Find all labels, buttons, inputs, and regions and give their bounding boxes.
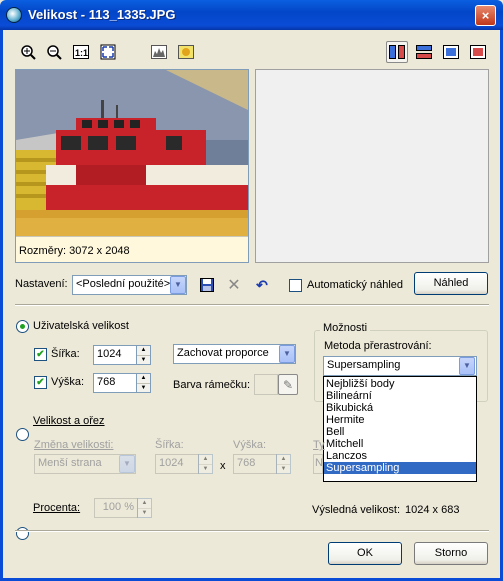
original-preview[interactable]: Rozměry: 3072 x 2048 xyxy=(15,69,249,263)
method-option[interactable]: Mitchell xyxy=(324,438,476,450)
crop-height-spinner[interactable]: ▲ ▼ xyxy=(276,454,291,474)
window-title: Velikost - 113_1335.JPG xyxy=(28,7,176,22)
delete-preset-icon[interactable]: ✕ xyxy=(223,274,245,296)
height-spinner[interactable]: ▲ ▼ xyxy=(136,373,151,393)
preset-value: <Poslední použité> xyxy=(76,278,171,290)
crop-type-select[interactable]: N xyxy=(313,454,323,474)
photo-thumbnail xyxy=(16,70,248,236)
dimensions-label: Rozměry: 3072 x 2048 xyxy=(16,236,248,262)
crop-height-label: Výška: xyxy=(233,439,267,451)
frame-color-label: Barva rámečku: xyxy=(173,379,251,391)
ok-button[interactable]: OK xyxy=(328,542,402,565)
width-checkbox[interactable]: ✔ xyxy=(34,348,47,361)
method-dropdown-list[interactable]: Nejbližší body Bilineární Bikubická Hermite… xyxy=(323,376,477,482)
cancel-button[interactable]: Storno xyxy=(414,542,488,565)
height-label: Výška: xyxy=(51,376,85,388)
zoom-in-icon[interactable] xyxy=(17,41,39,63)
preview-button[interactable]: Náhled xyxy=(414,272,488,295)
chevron-down-icon[interactable]: ▼ xyxy=(459,357,475,375)
method-option[interactable]: Hermite xyxy=(324,414,476,426)
method-option[interactable]: Lanczos xyxy=(324,450,476,462)
width-input[interactable]: 1024 xyxy=(93,345,137,365)
preset-label: Nastavení: xyxy=(15,278,68,290)
method-option[interactable]: Bikubická xyxy=(324,402,476,414)
method-option[interactable]: Bilineární xyxy=(324,390,476,402)
method-option[interactable]: Bell xyxy=(324,426,476,438)
split-horizontal-icon[interactable] xyxy=(413,41,435,63)
crop-width-spinner[interactable]: ▲ ▼ xyxy=(198,454,213,474)
frame-color-swatch[interactable] xyxy=(254,374,278,395)
proportion-select[interactable]: Zachovat proporce xyxy=(173,344,296,364)
method-option[interactable]: Supersampling xyxy=(324,462,476,474)
resize-label: Změna velikosti: xyxy=(34,439,114,451)
background-color-icon[interactable] xyxy=(175,41,197,63)
split-vertical-icon[interactable] xyxy=(386,41,408,63)
user-size-label: Uživatelská velikost xyxy=(33,320,129,332)
user-size-radio[interactable] xyxy=(16,320,29,333)
width-spinner[interactable]: ▲ ▼ xyxy=(136,345,151,365)
size-crop-radio[interactable] xyxy=(16,428,29,441)
auto-preview-checkbox[interactable] xyxy=(289,279,302,292)
height-input[interactable]: 768 xyxy=(93,373,137,393)
size-crop-label: Velikost a ořez xyxy=(33,415,105,427)
options-title: Možnosti xyxy=(320,322,371,334)
svg-text:1:1: 1:1 xyxy=(75,48,88,58)
method-option[interactable]: Nejbližší body xyxy=(324,378,476,390)
fit-window-icon[interactable] xyxy=(97,41,119,63)
height-checkbox[interactable]: ✔ xyxy=(34,376,47,389)
method-value: Supersampling xyxy=(327,359,401,371)
auto-preview-label: Automatický náhled xyxy=(307,279,403,291)
width-label: Šířka: xyxy=(51,348,80,360)
chevron-down-icon[interactable]: ▼ xyxy=(170,276,186,294)
percent-input[interactable]: 100 % xyxy=(94,498,138,518)
resize-value: Menší strana xyxy=(38,457,102,469)
show-result-icon[interactable] xyxy=(467,41,489,63)
percent-radio[interactable] xyxy=(16,527,29,540)
result-value: 1024 x 683 xyxy=(405,504,460,516)
show-original-icon[interactable] xyxy=(440,41,462,63)
divider xyxy=(15,530,489,532)
eyedropper-icon[interactable]: ✎ xyxy=(278,374,298,395)
histogram-icon[interactable] xyxy=(148,41,170,63)
close-button[interactable]: × xyxy=(475,5,496,26)
result-preview[interactable] xyxy=(255,69,489,263)
chevron-down-icon[interactable]: ▼ xyxy=(279,345,295,363)
result-label: Výsledná velikost: xyxy=(312,504,401,516)
divider xyxy=(15,304,489,306)
undo-icon[interactable]: ↶ xyxy=(251,274,273,296)
zoom-out-icon[interactable] xyxy=(43,41,65,63)
crop-height-input[interactable]: 768 xyxy=(233,454,277,474)
proportion-value: Zachovat proporce xyxy=(177,347,269,359)
method-select[interactable]: Supersampling xyxy=(323,356,477,376)
crop-width-label: Šířka: xyxy=(155,439,184,451)
save-preset-icon[interactable] xyxy=(196,274,218,296)
app-icon xyxy=(6,7,22,23)
crop-width-input[interactable]: 1024 xyxy=(155,454,199,474)
percent-label: Procenta: xyxy=(33,502,81,514)
times-label: x xyxy=(220,460,226,472)
method-label: Metoda přerastrování: xyxy=(324,340,432,352)
crop-type-label: Ty xyxy=(313,439,325,451)
percent-spinner[interactable]: ▲ ▼ xyxy=(137,498,152,518)
chevron-down-icon[interactable]: ▼ xyxy=(119,455,135,473)
actual-size-icon[interactable]: 1:1 xyxy=(70,41,92,63)
